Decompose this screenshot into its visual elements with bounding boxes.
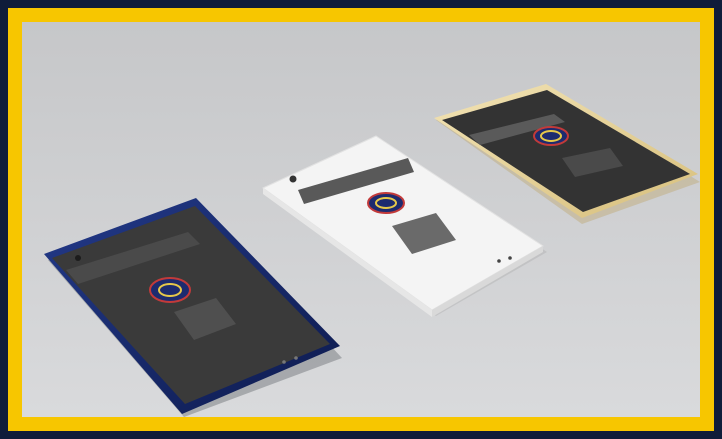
scene-svg: [22, 22, 700, 417]
outer-frame: [0, 0, 722, 439]
white-tablet-camera-icon: [289, 175, 297, 183]
white-tablet-dot-icon: [508, 256, 512, 260]
navy-tablet-dot-icon: [282, 360, 286, 364]
flower-logo-icon: [533, 126, 569, 146]
flower-logo-icon: [367, 192, 405, 214]
product-scene: [22, 22, 700, 417]
navy-tablet-camera-icon: [75, 255, 81, 261]
navy-tablet-dot-icon: [294, 356, 298, 360]
flower-logo-icon: [149, 277, 191, 303]
white-tablet-dot-icon: [497, 259, 501, 263]
